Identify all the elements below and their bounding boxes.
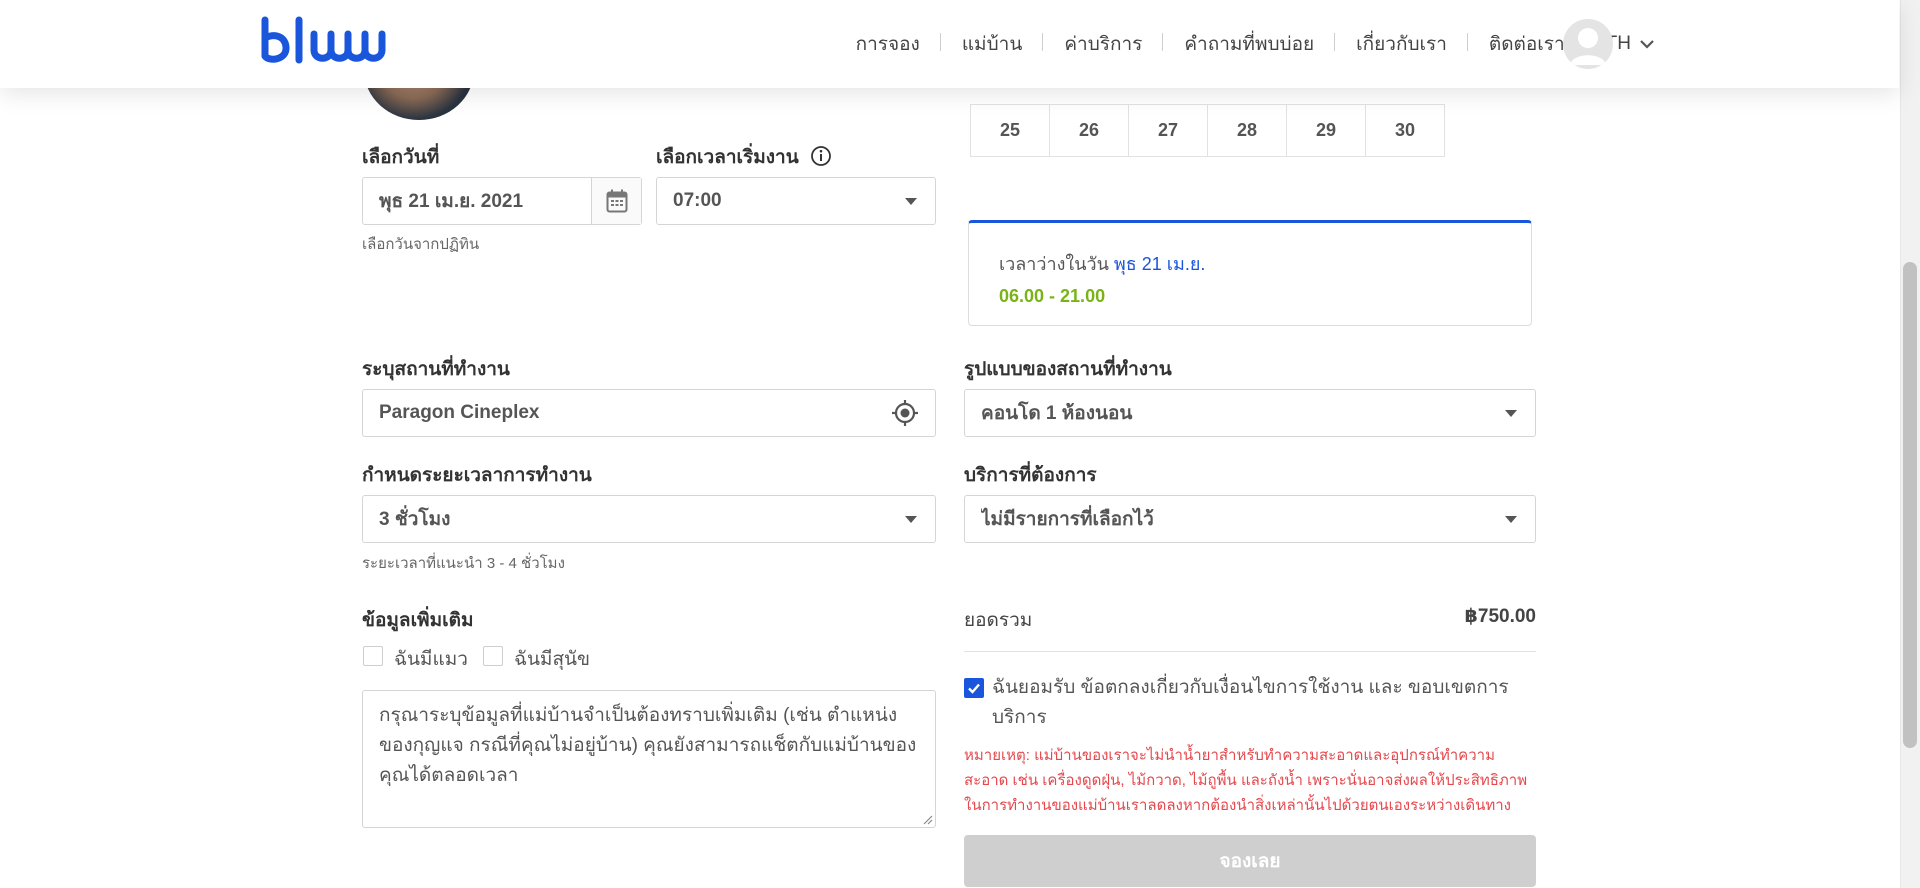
duration-helper: ระยะเวลาที่แนะนำ 3 - 4 ชั่วโมง [362,555,565,572]
info-icon[interactable] [810,145,832,167]
services-value: ไม่มีรายการที่เลือกไว้ [981,509,1154,530]
start-time-label: เลือกเวลาเริ่มงาน [656,142,832,172]
has-dog-checkbox[interactable] [483,646,503,666]
calendar-day[interactable]: 30 [1365,104,1445,157]
location-label: ระบุสถานที่ทำงาน [362,359,510,380]
availability-line: เวลาว่างในวัน พุธ 21 เม.ย. [999,249,1501,278]
nav-faq[interactable]: คำถามที่พบบ่อย [1163,29,1335,59]
notes-textarea[interactable]: กรุณาระบุข้อมูลที่แม่บ้านจำเป็นต้องทราบเ… [362,690,936,828]
resize-grip-icon[interactable] [921,813,933,825]
nav-pricing[interactable]: ค่าบริการ [1043,29,1164,59]
duration-value: 3 ชั่วโมง [379,509,451,530]
property-type-select[interactable]: คอนโด 1 ห้องนอน [964,389,1536,437]
nav-about[interactable]: เกี่ยวกับเรา [1335,29,1468,59]
has-dog-label[interactable]: ฉันมีสุนัข [514,644,590,674]
caret-down-icon [1505,515,1517,523]
logo-text: bluu [259,16,261,17]
notes-placeholder: กรุณาระบุข้อมูลที่แม่บ้านจำเป็นต้องทราบเ… [379,705,917,786]
nav-maids[interactable]: แม่บ้าน [941,29,1044,59]
checkmark-icon [968,683,980,694]
availability-date: พุธ 21 เม.ย. [1113,254,1206,274]
location-value: Paragon Cineplex [379,402,540,423]
calendar-day[interactable]: 28 [1207,104,1287,157]
calendar-day[interactable]: 27 [1128,104,1208,157]
nav-booking[interactable]: การจอง [835,29,942,59]
availability-box: เวลาว่างในวัน พุธ 21 เม.ย. 06.00 - 21.00 [968,220,1532,326]
page-scrollbar[interactable] [1900,0,1920,888]
additional-info-label: ข้อมูลเพิ่มเติม [362,610,474,631]
services-label: บริการที่ต้องการ [964,465,1097,486]
calendar-day[interactable]: 29 [1286,104,1366,157]
caret-down-icon [1505,409,1517,417]
start-time-select[interactable]: 07:00 [656,177,936,225]
terms-checkbox[interactable] [964,678,984,698]
has-cat-checkbox[interactable] [363,646,383,666]
scrollbar-thumb[interactable] [1903,262,1917,748]
calendar-day[interactable]: 25 [970,104,1050,157]
user-avatar[interactable] [1563,19,1613,69]
top-header: bluu การจอง แม่บ้าน ค่าบริการ คำถามที่พบ… [0,0,1899,88]
total-value: ฿750.00 [1464,606,1536,627]
cleaning-supplies-note: หมายเหตุ: แม่บ้านของเราจะไม่นำน้ำยาสำหรั… [964,747,1528,814]
availability-prefix: เวลาว่างในวัน [999,254,1114,274]
services-select[interactable]: ไม่มีรายการที่เลือกไว้ [964,495,1536,543]
date-value: พุธ 21 เม.ย. 2021 [379,191,524,212]
bluu-logo[interactable]: bluu [259,16,389,70]
start-time-label-text: เลือกเวลาเริ่มงาน [656,147,799,168]
calendar-icon [606,189,627,213]
date-label: เลือกวันที่ [362,147,440,168]
calendar-day[interactable]: 26 [1049,104,1129,157]
start-time-value: 07:00 [673,190,722,211]
duration-select[interactable]: 3 ชั่วโมง [362,495,936,543]
date-helper: เลือกวันจากปฏิทิน [362,236,480,253]
duration-label: กำหนดระยะเวลาการทำงาน [362,465,592,486]
chevron-down-icon [1640,40,1654,49]
locate-target-icon[interactable] [891,399,919,427]
main-nav: การจอง แม่บ้าน ค่าบริการ คำถามที่พบบ่อย … [835,0,1663,88]
caret-down-icon [905,197,917,205]
caret-down-icon [905,515,917,523]
book-now-button[interactable]: จองเลย [964,835,1536,887]
availability-hours: 06.00 - 21.00 [999,286,1106,306]
property-type-value: คอนโด 1 ห้องนอน [981,403,1133,424]
calendar-button[interactable] [591,178,641,224]
location-input[interactable]: Paragon Cineplex [362,389,936,437]
summary-divider [964,651,1536,652]
user-icon [1570,28,1606,65]
has-cat-label[interactable]: ฉันมีแมว [394,644,468,674]
total-label: ยอดรวม [964,610,1033,631]
date-input[interactable]: พุธ 21 เม.ย. 2021 [362,177,642,225]
terms-text[interactable]: ฉันยอมรับ ข้อตกลงเกี่ยวกับเงื่อนไขการใช้… [992,673,1522,733]
property-type-label: รูปแบบของสถานที่ทำงาน [964,359,1172,380]
